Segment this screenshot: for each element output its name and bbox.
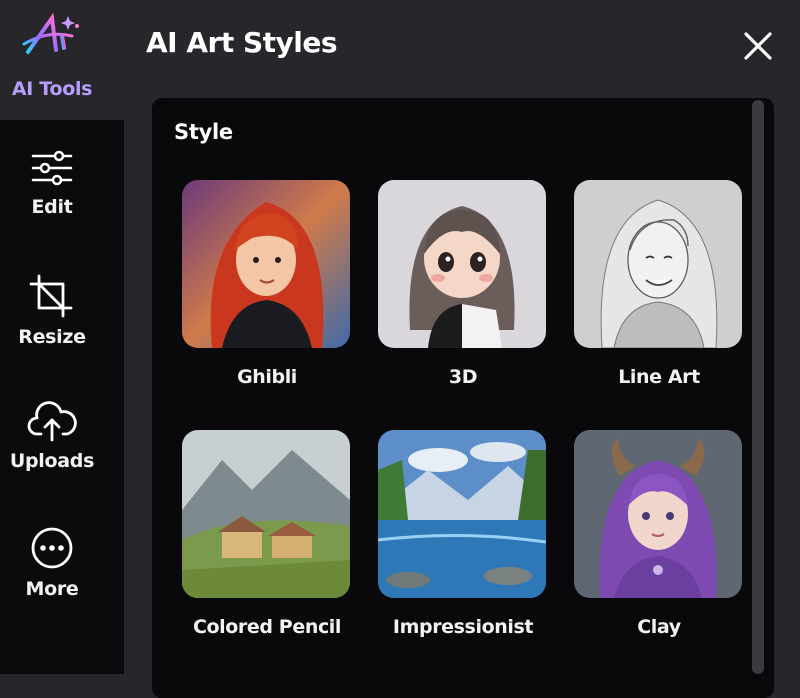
style-label: Line Art	[618, 366, 700, 388]
sidebar-item-label: Edit	[31, 196, 73, 218]
style-card-3d[interactable]: 3D	[378, 180, 548, 388]
3d-doll-thumbnail	[378, 180, 546, 348]
style-card-ghibli[interactable]: Ghibli	[182, 180, 352, 388]
sidebar-item-uploads[interactable]: Uploads	[0, 400, 104, 472]
style-label: 3D	[448, 366, 478, 388]
crop-icon	[29, 274, 73, 318]
close-icon[interactable]	[740, 28, 776, 64]
colored-pencil-village-thumbnail	[182, 430, 350, 598]
panel-scrollbar[interactable]	[752, 100, 764, 674]
sidebar-item-label: Resize	[18, 326, 86, 348]
sidebar-item-more[interactable]: More	[0, 526, 104, 600]
impressionist-lake-thumbnail	[378, 430, 546, 598]
ghibli-portrait-thumbnail	[182, 180, 350, 348]
style-label: Ghibli	[237, 366, 297, 388]
ai-tools-label: AI Tools	[11, 78, 93, 100]
more-dots-icon	[31, 527, 73, 569]
page-title: AI Art Styles	[146, 26, 338, 59]
style-label: Clay	[637, 616, 681, 638]
sidebar-item-label: Uploads	[9, 450, 95, 472]
style-card-impressionist[interactable]: Impressionist	[378, 430, 548, 638]
style-label: Colored Pencil	[192, 616, 342, 638]
ai-tools-tab[interactable]: AI Tools	[0, 0, 124, 120]
sidebar-item-resize[interactable]: Resize	[0, 274, 104, 348]
section-title: Style	[174, 120, 233, 144]
sliders-icon	[31, 150, 73, 186]
cloud-upload-icon	[27, 401, 77, 442]
style-label: Impressionist	[392, 616, 534, 638]
sidebar-item-label: More	[25, 578, 79, 600]
line-art-sketch-thumbnail	[574, 180, 742, 348]
sidebar-item-edit[interactable]: Edit	[0, 148, 104, 218]
ai-sparkle-logo-icon	[22, 12, 79, 54]
style-card-line-art[interactable]: Line Art	[574, 180, 744, 388]
style-card-clay[interactable]: Clay	[574, 430, 744, 638]
clay-horned-girl-thumbnail	[574, 430, 742, 598]
style-card-colored-pencil[interactable]: Colored Pencil	[182, 430, 352, 638]
